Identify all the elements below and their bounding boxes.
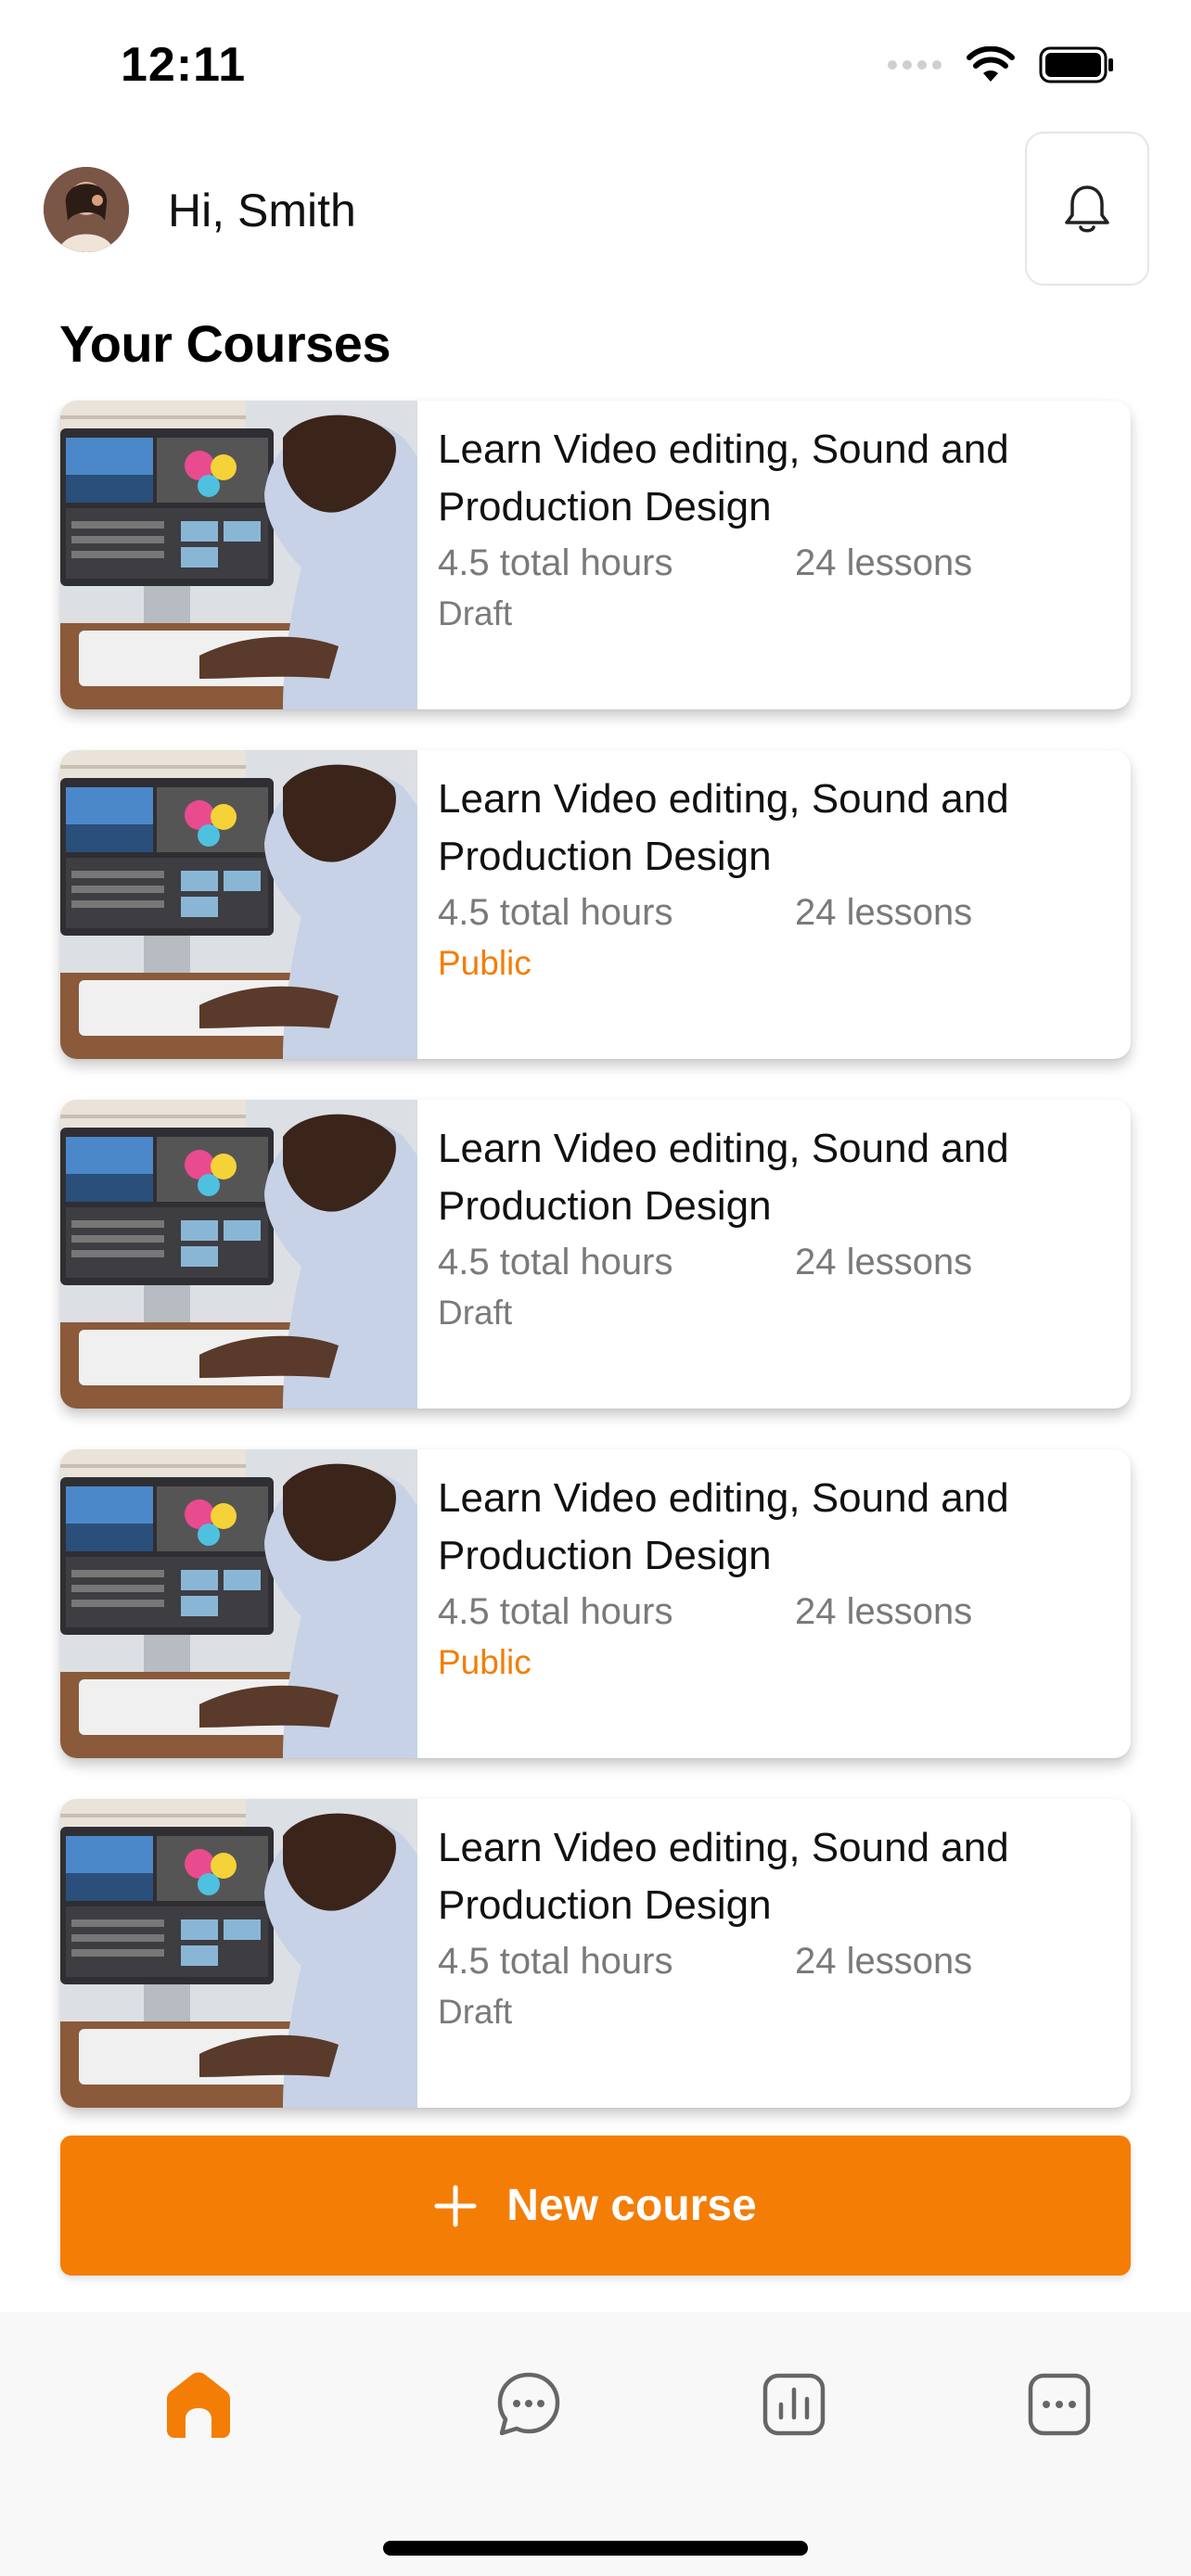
course-card[interactable]: Learn Video editing, Sound and Productio…: [60, 1449, 1131, 1758]
greeting: Hi, Smith: [168, 185, 356, 236]
course-card[interactable]: Learn Video editing, Sound and Productio…: [60, 401, 1131, 709]
status-bar: 12:11: [0, 0, 1191, 130]
nav-more[interactable]: [1013, 2358, 1106, 2451]
avatar[interactable]: [44, 167, 129, 252]
cellular-signal-icon: [888, 60, 941, 70]
course-info: Learn Video editing, Sound and Productio…: [438, 421, 1115, 638]
course-title: Learn Video editing, Sound and Productio…: [438, 776, 1009, 879]
new-course-button[interactable]: New course: [60, 2136, 1131, 2276]
course-status: Public: [438, 1643, 531, 1681]
course-meta: 4.5 total hours 24 lessons: [438, 886, 1115, 939]
course-thumbnail: [60, 1799, 417, 2108]
course-lessons: 24 lessons: [795, 542, 973, 583]
status-icons: [887, 46, 1115, 83]
bell-icon: [1065, 185, 1109, 233]
course-meta: 4.5 total hours 24 lessons: [438, 536, 1115, 590]
course-meta: 4.5 total hours 24 lessons: [438, 1235, 1115, 1289]
course-hours: 4.5 total hours: [438, 1941, 673, 1982]
course-thumbnail: [60, 750, 417, 1059]
course-info: Learn Video editing, Sound and Productio…: [438, 1120, 1115, 1337]
course-hours: 4.5 total hours: [438, 1591, 673, 1632]
course-meta: 4.5 total hours 24 lessons: [438, 1585, 1115, 1639]
course-title: Learn Video editing, Sound and Productio…: [438, 427, 1009, 529]
course-hours: 4.5 total hours: [438, 1242, 673, 1282]
new-course-label: New course: [506, 2181, 757, 2230]
course-lessons: 24 lessons: [795, 1591, 973, 1632]
more-icon: [1028, 2373, 1091, 2436]
course-title: Learn Video editing, Sound and Productio…: [438, 1825, 1009, 1928]
course-card[interactable]: Learn Video editing, Sound and Productio…: [60, 1799, 1131, 2108]
course-card[interactable]: Learn Video editing, Sound and Productio…: [60, 1100, 1131, 1409]
course-info: Learn Video editing, Sound and Productio…: [438, 1470, 1115, 1687]
chat-icon: [497, 2372, 560, 2436]
course-info: Learn Video editing, Sound and Productio…: [438, 771, 1115, 988]
bottom-nav: [0, 2312, 1191, 2576]
nav-home[interactable]: [152, 2358, 245, 2451]
course-thumbnail: [60, 401, 417, 709]
notifications-button[interactable]: [1025, 132, 1149, 286]
avatar-image: [44, 167, 129, 252]
plus-icon: [434, 2185, 477, 2226]
nav-chat[interactable]: [482, 2358, 575, 2451]
course-info: Learn Video editing, Sound and Productio…: [438, 1819, 1115, 2036]
course-lessons: 24 lessons: [795, 892, 973, 933]
course-status: Public: [438, 944, 531, 982]
status-time: 12:11: [121, 38, 247, 92]
course-thumbnail: [60, 1449, 417, 1758]
course-lessons: 24 lessons: [795, 1242, 973, 1282]
home-indicator: [383, 2541, 808, 2556]
course-hours: 4.5 total hours: [438, 542, 673, 583]
course-lessons: 24 lessons: [795, 1941, 973, 1982]
nav-stats[interactable]: [748, 2358, 840, 2451]
course-status: Draft: [438, 594, 513, 632]
course-thumbnail: [60, 1100, 417, 1409]
wifi-icon: [967, 46, 1015, 82]
course-meta: 4.5 total hours 24 lessons: [438, 1934, 1115, 1988]
course-card[interactable]: Learn Video editing, Sound and Productio…: [60, 750, 1131, 1059]
home-icon: [167, 2372, 230, 2438]
course-status: Draft: [438, 1993, 513, 2031]
course-title: Learn Video editing, Sound and Productio…: [438, 1126, 1009, 1229]
course-list: Learn Video editing, Sound and Productio…: [60, 401, 1131, 2149]
stats-icon: [762, 2373, 826, 2436]
course-hours: 4.5 total hours: [438, 892, 673, 933]
section-title: Your Courses: [59, 314, 391, 373]
course-status: Draft: [438, 1294, 513, 1332]
course-title: Learn Video editing, Sound and Productio…: [438, 1475, 1009, 1578]
header: Hi, Smith: [0, 132, 1191, 287]
battery-icon: [1039, 46, 1113, 83]
